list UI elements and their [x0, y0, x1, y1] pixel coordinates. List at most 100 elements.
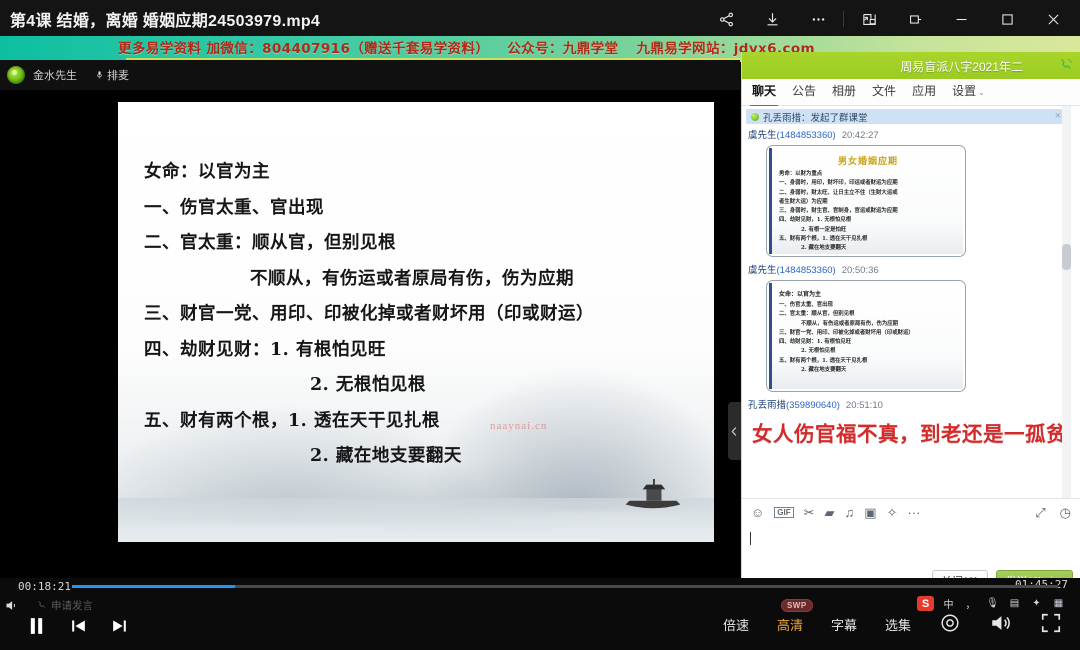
- online-dot-icon: [751, 113, 759, 121]
- share-icon[interactable]: [703, 0, 749, 38]
- music-icon[interactable]: ♫: [845, 505, 855, 520]
- episode-list-button[interactable]: 选集: [885, 615, 911, 634]
- screenshot-scissors-icon[interactable]: ✂: [804, 505, 815, 521]
- slide-line: 四、劫财见财：1. 有根怕见旺: [144, 342, 704, 360]
- tab-label: 相册: [832, 84, 856, 98]
- close-icon[interactable]: [1030, 0, 1076, 38]
- chat-message-list[interactable]: 孔丢雨措：发起了群课堂 × 虞先生(1484853360)20:42:27男女婚…: [742, 106, 1072, 498]
- shake-window-icon[interactable]: ✧: [887, 505, 898, 521]
- next-button[interactable]: [110, 616, 129, 641]
- panel-collapse-handle[interactable]: [728, 402, 741, 460]
- download-icon[interactable]: [749, 0, 795, 38]
- video-player-controls: 00:18:21 01:45:27 申请发言 倍速: [0, 578, 1080, 650]
- thumbnail-line: 五、财有两个根，1. 透在天干见扎根: [779, 357, 957, 366]
- image-icon[interactable]: ▣: [864, 505, 876, 521]
- ime-toolbox-icon[interactable]: ✦: [1029, 596, 1044, 611]
- promo-line-2: 公众号：九鼎学堂: [507, 37, 618, 57]
- emoji-icon[interactable]: ☺: [751, 505, 764, 520]
- thumbnail-line: 一、身弱时，用印，财坏印，印运或者财运为应期: [779, 179, 957, 188]
- thumbnail-line: 四、劫财见财：1. 有根怕见旺: [779, 338, 957, 347]
- message-image[interactable]: 男女婚姻应期男命：以财为重点一、身弱时，用印，财坏印，印运或者财运为应期二、身弱…: [766, 145, 966, 257]
- mute-icon[interactable]: [4, 598, 19, 618]
- queue-mic-button[interactable]: 排麦: [95, 67, 129, 83]
- thumbnail-line: 者生财大运）为应期: [779, 198, 957, 207]
- tab-0[interactable]: 聊天: [752, 82, 776, 103]
- player-right-controls: 倍速 SWP 高清 字幕 选集: [723, 612, 1062, 637]
- tab-4[interactable]: 应用: [912, 82, 936, 103]
- minimize-icon[interactable]: [938, 0, 984, 38]
- expand-editor-icon[interactable]: ⤢: [1035, 505, 1045, 521]
- chat-room-header: 周易盲派八字2021年二: [742, 52, 1080, 79]
- progress-bar-fill: [72, 585, 235, 588]
- thumbnail-line: 四、劫财见财，1. 无根怕见根: [779, 216, 957, 225]
- message-timestamp: 20:51:10: [846, 400, 883, 411]
- chat-message: 孔丢雨措(359890640)20:51:10女人伤官福不真，到老还是一孤贫: [742, 394, 1072, 447]
- title-bar: 第4课 结婚，离婚 婚姻应期24503979.mp4: [0, 0, 1080, 38]
- previous-button[interactable]: [69, 616, 88, 641]
- quality-badge: SWP: [781, 599, 813, 612]
- message-header: 虞先生(1484853360)20:50:36: [748, 262, 1064, 276]
- tab-label: 聊天: [752, 84, 776, 98]
- slide-line: 五、财有两个根，1. 透在天干见扎根: [144, 413, 704, 431]
- window-title: 第4课 结婚，离婚 婚姻应期24503979.mp4: [10, 7, 320, 31]
- maximize-icon[interactable]: [984, 0, 1030, 38]
- chat-tab-bar: 聊天公告相册文件应用设置⌄: [742, 79, 1080, 106]
- volume-icon[interactable]: [989, 612, 1012, 637]
- thumbnail-line: 2. 有根一定是怕旺: [779, 226, 957, 235]
- tab-3[interactable]: 文件: [872, 82, 896, 103]
- progress-bar-track[interactable]: [72, 585, 1058, 588]
- more-icon[interactable]: [795, 0, 841, 38]
- message-sender-uid: (1484853360): [777, 265, 836, 276]
- ime-keyboard-icon[interactable]: ▤: [1007, 596, 1022, 611]
- slide-text-block: 女命：以官为主一、伤官太重、官出现二、官太重：顺从官，但别见根不顺从，有伤运或者…: [144, 164, 704, 484]
- gif-icon[interactable]: GIF: [774, 507, 793, 518]
- sogou-input-icon[interactable]: S: [917, 596, 934, 611]
- thumbnail-line: 2. 藏在地支要翻天: [779, 244, 957, 253]
- message-sender[interactable]: 虞先生: [748, 130, 777, 141]
- tab-5[interactable]: 设置⌄: [952, 82, 985, 103]
- subtitle-button[interactable]: 字幕: [831, 615, 857, 634]
- ime-chinese-icon[interactable]: 中: [941, 596, 956, 611]
- video-stage[interactable]: 女命：以官为主一、伤官太重、官出现二、官太重：顺从官，但别见根不顺从，有伤运或者…: [0, 90, 740, 578]
- tab-2[interactable]: 相册: [832, 82, 856, 103]
- ime-menu-icon[interactable]: ▦: [1051, 596, 1066, 611]
- playback-speed-label: 倍速: [723, 618, 749, 633]
- message-timestamp: 20:42:27: [842, 130, 879, 141]
- chevron-down-icon[interactable]: ⌄: [978, 88, 985, 97]
- messages-container: 虞先生(1484853360)20:42:27男女婚姻应期男命：以财为重点一、身…: [742, 124, 1072, 447]
- chat-scrollbar-track[interactable]: [1062, 106, 1071, 498]
- thumbnail-line: 三、身弱时，财生官、官制身，官运或财运为应期: [779, 207, 957, 216]
- system-notice-text: 孔丢雨措：发起了群课堂: [763, 110, 868, 124]
- microphone-icon: [95, 69, 104, 81]
- playback-speed-button[interactable]: 倍速: [723, 615, 749, 634]
- chat-toolbar-left: ☺ GIF ✂ ▰ ♫ ▣ ✧ ···: [751, 505, 920, 521]
- slide-line: 一、伤官太重、官出现: [144, 200, 704, 218]
- apply-to-speak-button[interactable]: 申请发言: [36, 598, 93, 613]
- message-image[interactable]: 女命：以官为主一、伤官太重、官出现二、官太重：顺从官，但别见根不顺从，有伤运或者…: [766, 280, 966, 392]
- ime-voice-icon[interactable]: 🎙: [985, 596, 1000, 611]
- picture-in-picture-icon[interactable]: [846, 0, 892, 38]
- chat-room-title: 周易盲派八字2021年二: [900, 58, 1023, 75]
- ime-punctuation-icon[interactable]: ，: [963, 596, 978, 611]
- message-sender[interactable]: 虞先生: [748, 265, 777, 276]
- pause-button[interactable]: [26, 614, 47, 643]
- settings-icon[interactable]: [939, 612, 961, 637]
- tab-label: 设置: [952, 84, 976, 98]
- sidebar-toggle-icon[interactable]: [892, 0, 938, 38]
- image-thumbnail: 男女婚姻应期男命：以财为重点一、身弱时，用印，财坏印，印运或者财运为应期二、身弱…: [769, 148, 963, 254]
- fullscreen-icon[interactable]: [1040, 612, 1062, 637]
- tab-label: 文件: [872, 84, 896, 98]
- folder-icon[interactable]: ▰: [825, 505, 835, 521]
- more-tools-icon[interactable]: ···: [907, 505, 920, 520]
- thumbnail-title: 女命：以官为主: [779, 289, 957, 298]
- tab-1[interactable]: 公告: [792, 82, 816, 103]
- chat-history-icon[interactable]: ◷: [1060, 505, 1071, 521]
- chat-scrollbar-thumb[interactable]: [1062, 244, 1071, 270]
- slide-image: 女命：以官为主一、伤官太重、官出现二、官太重：顺从官，但别见根不顺从，有伤运或者…: [118, 102, 714, 542]
- chat-message: 虞先生(1484853360)20:50:36 女命：以官为主一、伤官太重、官出现…: [742, 259, 1072, 392]
- dismiss-notice-icon[interactable]: ×: [1055, 110, 1061, 122]
- voice-call-icon[interactable]: [1057, 57, 1074, 79]
- quality-button[interactable]: SWP 高清: [777, 615, 803, 634]
- message-sender[interactable]: 孔丢雨措: [748, 400, 786, 411]
- slide-line: 二、官太重：顺从官，但别见根: [144, 235, 704, 253]
